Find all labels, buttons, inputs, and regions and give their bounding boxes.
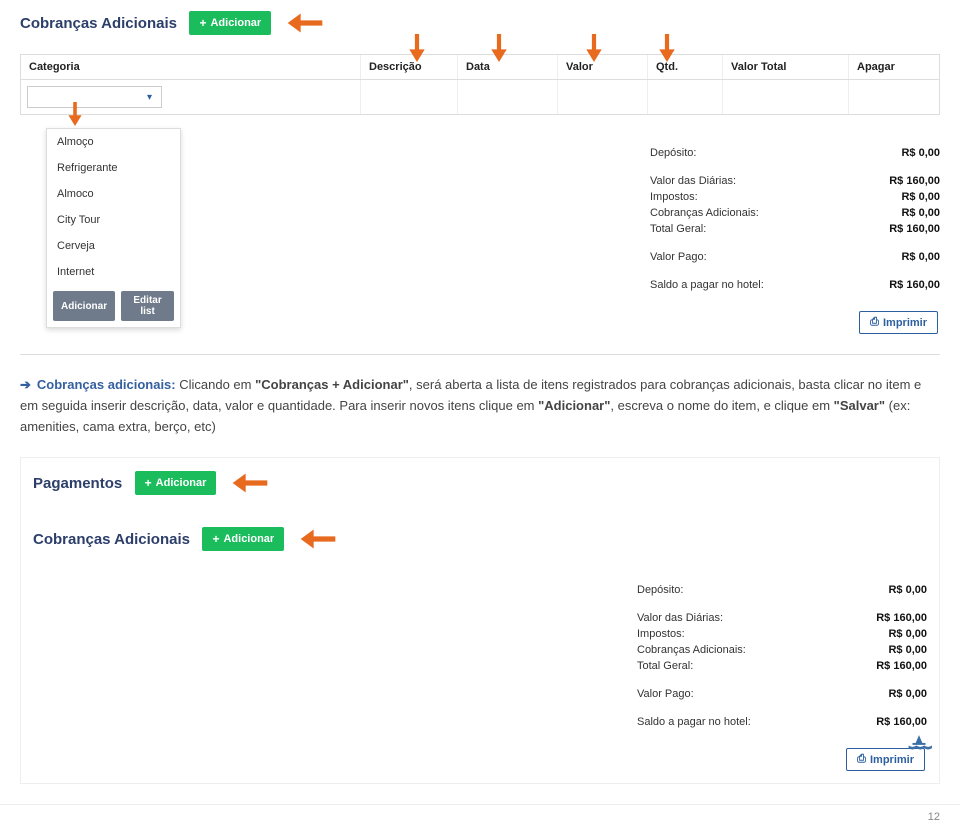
label-impostos: Impostos: [650, 191, 698, 203]
dropdown-item[interactable]: City Tour [47, 207, 180, 233]
print-icon: ⎙ [870, 316, 879, 329]
label-totalgeral: Total Geral: [650, 223, 706, 235]
value-valorpago: R$ 0,00 [888, 688, 927, 700]
dropdown-item[interactable]: Internet [47, 259, 180, 285]
arrow-down-icon [583, 34, 605, 62]
label-saldo: Saldo a pagar no hotel: [650, 279, 764, 291]
categoria-dropdown: Almoço Refrigerante Almoco City Tour Cer… [46, 128, 181, 328]
label-diarias: Valor das Diárias: [637, 612, 723, 624]
brand-logo-icon [906, 730, 932, 757]
value-diarias: R$ 160,00 [876, 612, 927, 624]
add-pagamento-button[interactable]: + Adicionar [135, 471, 217, 495]
dropdown-item[interactable]: Refrigerante [47, 155, 180, 181]
th-categoria: Categoria [21, 55, 361, 79]
value-impostos: R$ 0,00 [888, 628, 927, 640]
plus-icon: + [212, 532, 219, 546]
totals-panel-2: Depósito: R$ 0,00 Valor das Diárias: R$ 16… [637, 582, 927, 730]
instr-text: , escreva o nome do item, e clique em [610, 398, 833, 413]
screenshot-pagamentos: Pagamentos + Adicionar Cobranças Adicion… [20, 457, 940, 784]
cobrancas-title: Cobranças Adicionais [20, 15, 177, 32]
instr-lead: Cobranças adicionais: [37, 377, 176, 392]
arrow-down-icon [66, 102, 84, 131]
plus-icon: + [199, 16, 206, 30]
label-cobrancas: Cobranças Adicionais: [637, 644, 746, 656]
value-totalgeral: R$ 160,00 [889, 223, 940, 235]
label-valorpago: Valor Pago: [637, 688, 694, 700]
value-deposito: R$ 0,00 [888, 584, 927, 596]
screenshot-cobrancas: Cobranças Adicionais + Adicionar Categor… [20, 10, 940, 334]
callout-arrow-icon [231, 470, 269, 496]
plus-icon: + [145, 476, 152, 490]
value-cobrancas: R$ 0,00 [901, 207, 940, 219]
callout-arrow-icon [286, 10, 324, 36]
add-label: Adicionar [223, 533, 274, 545]
label-totalgeral: Total Geral: [637, 660, 693, 672]
value-deposito: R$ 0,00 [901, 147, 940, 159]
th-valor-total: Valor Total [723, 55, 849, 79]
page-number: 12 [928, 811, 940, 823]
label-saldo: Saldo a pagar no hotel: [637, 716, 751, 728]
add-label: Adicionar [156, 477, 207, 489]
add-cobranca-button[interactable]: + Adicionar [189, 11, 271, 35]
totals-panel: Depósito: R$ 0,00 Valor das Diárias: R$ 16… [650, 145, 940, 293]
cobrancas2-title: Cobranças Adicionais [33, 531, 190, 548]
label-cobrancas: Cobranças Adicionais: [650, 207, 759, 219]
value-impostos: R$ 0,00 [901, 191, 940, 203]
label-diarias: Valor das Diárias: [650, 175, 736, 187]
instruction-paragraph: ➔ Cobranças adicionais: Clicando em "Cobr… [20, 375, 940, 437]
value-cobrancas: R$ 0,00 [888, 644, 927, 656]
instr-keyword: "Adicionar" [538, 398, 610, 413]
dropdown-edit-button[interactable]: Editar list [121, 291, 174, 321]
cobrancas-input-row: ▾ [20, 80, 940, 115]
add-label: Adicionar [210, 17, 261, 29]
print-icon: ⎙ [857, 753, 866, 766]
chevron-down-icon: ▾ [147, 92, 157, 102]
categoria-select[interactable]: ▾ [27, 86, 162, 108]
th-apagar: Apagar [849, 55, 939, 79]
label-deposito: Depósito: [650, 147, 696, 159]
bullet-arrow-icon: ➔ [20, 375, 31, 396]
add-cobranca2-button[interactable]: + Adicionar [202, 527, 284, 551]
instr-text: Clicando em [176, 377, 255, 392]
instr-keyword: "Salvar" [834, 398, 885, 413]
print-label: Imprimir [883, 317, 927, 329]
value-valorpago: R$ 0,00 [901, 251, 940, 263]
label-impostos: Impostos: [637, 628, 685, 640]
print-button[interactable]: ⎙ Imprimir [859, 311, 938, 334]
dropdown-item[interactable]: Almoco [47, 181, 180, 207]
arrow-down-icon [656, 34, 678, 62]
callout-arrow-icon [299, 526, 337, 552]
dropdown-item[interactable]: Almoço [47, 129, 180, 155]
value-saldo: R$ 160,00 [876, 716, 927, 728]
value-diarias: R$ 160,00 [889, 175, 940, 187]
cobrancas-table-header: Categoria Descrição Data Valor Qtd. Valo… [20, 54, 940, 80]
label-valorpago: Valor Pago: [650, 251, 707, 263]
arrow-down-icon [488, 34, 510, 62]
arrow-down-icon [406, 34, 428, 62]
value-totalgeral: R$ 160,00 [876, 660, 927, 672]
instr-keyword: "Cobranças + Adicionar" [255, 377, 409, 392]
dropdown-item[interactable]: Cerveja [47, 233, 180, 259]
dropdown-add-button[interactable]: Adicionar [53, 291, 115, 321]
pagamentos-title: Pagamentos [33, 475, 122, 492]
value-saldo: R$ 160,00 [889, 279, 940, 291]
label-deposito: Depósito: [637, 584, 683, 596]
